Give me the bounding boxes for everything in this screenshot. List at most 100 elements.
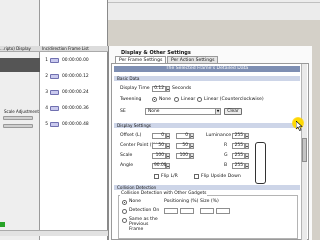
se-select-value: None bbox=[148, 109, 160, 114]
basic-data-section: Basic Data bbox=[114, 76, 300, 81]
red-label: R bbox=[224, 143, 228, 148]
spin-button-icon[interactable] bbox=[245, 163, 249, 169]
tweening-linear-radio[interactable] bbox=[174, 97, 179, 102]
clear-button[interactable]: Clear bbox=[224, 108, 242, 115]
display-time-unit: Seconds bbox=[172, 86, 192, 91]
se-label: SE bbox=[120, 109, 126, 114]
spin-button-icon[interactable] bbox=[190, 153, 194, 159]
flip-lr-label: Flip L/R bbox=[161, 174, 178, 179]
frame-list-header: Inc/direction Frame List bbox=[40, 46, 108, 52]
frame-list-panel: Inc/direction Frame List 1 00:00:00.00 2… bbox=[40, 0, 108, 240]
collision-none-radio[interactable] bbox=[122, 200, 127, 205]
luminance-label: Luminance bbox=[206, 133, 232, 138]
frame-time: 00:00:00.00 bbox=[62, 57, 89, 63]
scrollbar-thumb[interactable] bbox=[302, 138, 307, 162]
tweening-label: Tweening bbox=[120, 97, 142, 102]
flip-lr-checkbox[interactable] bbox=[154, 174, 159, 179]
spin-button-icon[interactable] bbox=[245, 153, 249, 159]
display-settings-section: Display Settings bbox=[114, 123, 300, 128]
positioning-x-input[interactable] bbox=[164, 208, 178, 214]
green-label: G bbox=[224, 153, 228, 158]
offset-y-input[interactable]: 0 bbox=[176, 133, 190, 139]
center-y-input[interactable]: 50 bbox=[176, 143, 190, 149]
spin-button-icon[interactable] bbox=[166, 86, 170, 92]
size-label: Size (%) bbox=[200, 199, 219, 204]
scale-slider[interactable] bbox=[3, 116, 33, 120]
horizontal-scrollbar[interactable] bbox=[0, 230, 40, 236]
spin-button-icon[interactable] bbox=[245, 143, 249, 149]
blue-label: B bbox=[224, 163, 228, 168]
collision-group-title: Collision Detection with Other Gadgets bbox=[120, 191, 208, 196]
collision-none-label: None bbox=[129, 199, 141, 204]
film-frame-icon bbox=[50, 73, 59, 79]
frame-time: 00:00:00.24 bbox=[62, 89, 89, 95]
status-indicator bbox=[0, 222, 5, 227]
luminance-input[interactable]: 255 bbox=[232, 133, 245, 139]
frame-number: 3 bbox=[45, 89, 48, 95]
vertical-scrollbar[interactable] bbox=[301, 64, 307, 240]
display-time-input[interactable]: 0.12 bbox=[152, 86, 166, 92]
frame-time: 00:00:00.36 bbox=[62, 105, 89, 111]
scale-y-input[interactable]: 100 bbox=[176, 153, 190, 159]
dropdown-arrow-icon: ▼ bbox=[215, 109, 220, 114]
frame-row[interactable]: 2 00:00:00.12 bbox=[42, 72, 106, 80]
positioning-y-input[interactable] bbox=[180, 208, 194, 214]
collision-same-label: Same as the Previous Frame bbox=[129, 217, 158, 232]
center-x-input[interactable]: 50 bbox=[152, 143, 166, 149]
frame-time: 00:00:00.12 bbox=[62, 73, 89, 79]
detail-banner: The Selected Frame's Detailed Data bbox=[114, 66, 300, 72]
size-h-input[interactable] bbox=[216, 208, 230, 214]
tweening-linear-ccw-label: Linear (Counterclockwise) bbox=[204, 97, 264, 102]
collision-on-label: Detection On bbox=[129, 208, 160, 213]
size-w-input[interactable] bbox=[200, 208, 214, 214]
color-swatch[interactable] bbox=[255, 142, 266, 184]
green-input[interactable]: 255 bbox=[232, 153, 245, 159]
angle-input[interactable]: 90.00 bbox=[152, 163, 167, 169]
angle-label: Angle bbox=[120, 163, 134, 168]
tab-per-frame-settings[interactable]: Per Frame Settings bbox=[115, 56, 167, 63]
frame-row[interactable]: 5 00:00:00.48 bbox=[42, 120, 106, 128]
frame-time: 00:00:00.48 bbox=[62, 121, 89, 127]
se-select[interactable]: None ▼ bbox=[145, 108, 221, 115]
spin-button-icon[interactable] bbox=[166, 143, 170, 149]
offset-label: Offset (L) bbox=[120, 133, 142, 138]
frame-number: 1 bbox=[45, 57, 48, 63]
offset-x-input[interactable]: 0 bbox=[152, 133, 166, 139]
display-time-label: Display Time bbox=[120, 86, 150, 91]
left-panel: …ripto) Display Scale Adjustment bbox=[0, 0, 40, 240]
flip-ud-checkbox[interactable] bbox=[194, 174, 199, 179]
scale-adjustment-label: Scale Adjustment bbox=[4, 109, 39, 114]
frame-number: 5 bbox=[45, 121, 48, 127]
spin-button-icon[interactable] bbox=[166, 133, 170, 139]
blue-input[interactable]: 255 bbox=[232, 163, 245, 169]
flip-ud-label: Flip Upside Down bbox=[201, 174, 241, 179]
collision-on-radio[interactable] bbox=[122, 209, 127, 214]
film-frame-icon bbox=[50, 105, 59, 111]
settings-dialog: Display & Other Settings Per Frame Setti… bbox=[108, 46, 312, 240]
spin-button-icon[interactable] bbox=[166, 153, 170, 159]
collision-section: Collision Detection bbox=[114, 185, 300, 190]
tweening-linear-label: Linear bbox=[181, 97, 196, 102]
divider bbox=[108, 2, 320, 3]
frame-row[interactable]: 1 00:00:00.00 bbox=[42, 56, 106, 64]
collision-same-radio[interactable] bbox=[122, 218, 127, 223]
frame-list-footer bbox=[40, 230, 108, 236]
frame-number: 2 bbox=[45, 73, 48, 79]
scale-label: Scale bbox=[120, 153, 133, 158]
frame-row[interactable]: 4 00:00:00.36 bbox=[42, 104, 106, 112]
frame-row[interactable]: 3 00:00:00.24 bbox=[42, 88, 106, 96]
tweening-none-label: None bbox=[159, 97, 171, 102]
preview-area bbox=[0, 58, 40, 72]
mouse-cursor-icon bbox=[292, 117, 304, 131]
spin-button-icon[interactable] bbox=[166, 163, 170, 169]
scale-x-input[interactable]: 100 bbox=[152, 153, 166, 159]
frame-number: 4 bbox=[45, 105, 48, 111]
tab-per-action-settings[interactable]: Per Action Settings bbox=[167, 56, 219, 63]
spin-button-icon[interactable] bbox=[190, 133, 194, 139]
tweening-none-radio[interactable] bbox=[152, 97, 157, 102]
spin-button-icon[interactable] bbox=[190, 143, 194, 149]
red-input[interactable]: 255 bbox=[232, 143, 245, 149]
tweening-linear-ccw-radio[interactable] bbox=[197, 97, 202, 102]
scale-slider[interactable] bbox=[3, 124, 33, 128]
spin-button-icon[interactable] bbox=[245, 133, 249, 139]
